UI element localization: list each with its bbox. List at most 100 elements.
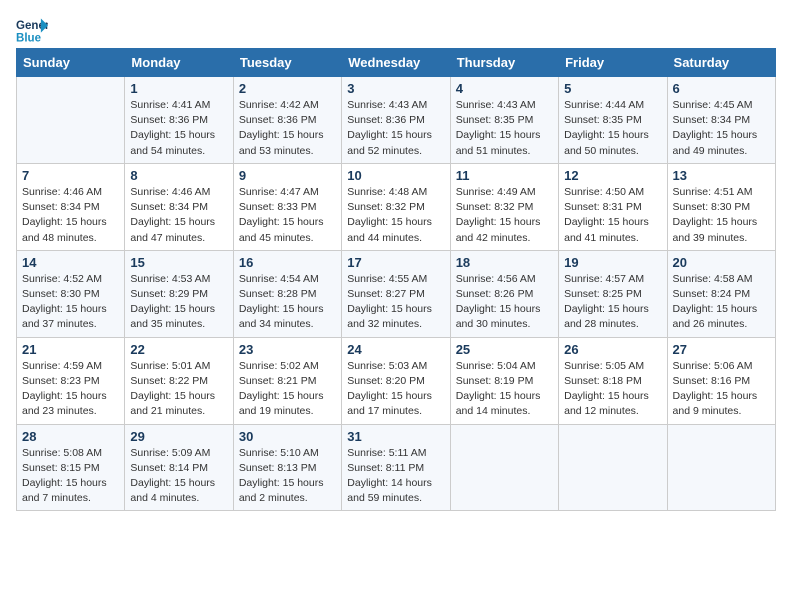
day-info: Sunrise: 5:09 AMSunset: 8:14 PMDaylight:… <box>130 446 227 507</box>
day-number: 25 <box>456 342 553 357</box>
day-info: Sunrise: 5:10 AMSunset: 8:13 PMDaylight:… <box>239 446 336 507</box>
logo: General Blue <box>16 16 48 44</box>
day-number: 4 <box>456 81 553 96</box>
day-number: 28 <box>22 429 119 444</box>
day-number: 22 <box>130 342 227 357</box>
day-info: Sunrise: 4:51 AMSunset: 8:30 PMDaylight:… <box>673 185 770 246</box>
calendar-cell: 11Sunrise: 4:49 AMSunset: 8:32 PMDayligh… <box>450 163 558 250</box>
calendar-cell: 25 Sunrise: 5:04 AMSunset: 8:19 PMDayligh… <box>450 337 558 424</box>
calendar-cell: 22 Sunrise: 5:01 AMSunset: 8:22 PMDayligh… <box>125 337 233 424</box>
calendar-cell: 27 Sunrise: 5:06 AMSunset: 8:16 PMDayligh… <box>667 337 775 424</box>
calendar-week-4: 21 Sunrise: 4:59 AMSunset: 8:23 PMDayligh… <box>17 337 776 424</box>
day-number: 15 <box>130 255 227 270</box>
day-info: Sunrise: 4:55 AMSunset: 8:27 PMDaylight:… <box>347 272 444 333</box>
calendar-cell: 1 Sunrise: 4:41 AMSunset: 8:36 PMDaylight… <box>125 77 233 164</box>
day-number: 21 <box>22 342 119 357</box>
day-info: Sunrise: 4:54 AMSunset: 8:28 PMDaylight:… <box>239 272 336 333</box>
day-info: Sunrise: 5:04 AMSunset: 8:19 PMDaylight:… <box>456 359 553 420</box>
page-header: General Blue <box>16 16 776 44</box>
calendar-cell: 10 Sunrise: 4:48 AMSunset: 8:32 PMDayligh… <box>342 163 450 250</box>
day-info: Sunrise: 4:59 AMSunset: 8:23 PMDaylight:… <box>22 359 119 420</box>
weekday-header-monday: Monday <box>125 49 233 77</box>
day-info: Sunrise: 4:46 AMSunset: 8:34 PMDaylight:… <box>22 185 119 246</box>
day-number: 17 <box>347 255 444 270</box>
calendar-cell <box>667 424 775 511</box>
day-info: Sunrise: 5:08 AMSunset: 8:15 PMDaylight:… <box>22 446 119 507</box>
day-info: Sunrise: 4:52 AMSunset: 8:30 PMDaylight:… <box>22 272 119 333</box>
weekday-header-row: SundayMondayTuesdayWednesdayThursdayFrid… <box>17 49 776 77</box>
day-info: Sunrise: 4:47 AMSunset: 8:33 PMDaylight:… <box>239 185 336 246</box>
calendar-cell: 5Sunrise: 4:44 AMSunset: 8:35 PMDaylight… <box>559 77 667 164</box>
day-number: 8 <box>130 168 227 183</box>
day-number: 9 <box>239 168 336 183</box>
calendar-cell: 30 Sunrise: 5:10 AMSunset: 8:13 PMDayligh… <box>233 424 341 511</box>
day-info: Sunrise: 4:57 AMSunset: 8:25 PMDaylight:… <box>564 272 661 333</box>
day-info: Sunrise: 4:46 AMSunset: 8:34 PMDaylight:… <box>130 185 227 246</box>
weekday-header-saturday: Saturday <box>667 49 775 77</box>
day-info: Sunrise: 4:42 AMSunset: 8:36 PMDaylight:… <box>239 98 336 159</box>
day-number: 18 <box>456 255 553 270</box>
calendar-cell: 17 Sunrise: 4:55 AMSunset: 8:27 PMDayligh… <box>342 250 450 337</box>
day-info: Sunrise: 4:45 AMSunset: 8:34 PMDaylight:… <box>673 98 770 159</box>
day-info: Sunrise: 5:06 AMSunset: 8:16 PMDaylight:… <box>673 359 770 420</box>
day-number: 19 <box>564 255 661 270</box>
day-number: 14 <box>22 255 119 270</box>
calendar-cell: 20 Sunrise: 4:58 AMSunset: 8:24 PMDayligh… <box>667 250 775 337</box>
day-info: Sunrise: 5:01 AMSunset: 8:22 PMDaylight:… <box>130 359 227 420</box>
calendar-cell <box>450 424 558 511</box>
weekday-header-wednesday: Wednesday <box>342 49 450 77</box>
calendar-cell: 26 Sunrise: 5:05 AMSunset: 8:18 PMDayligh… <box>559 337 667 424</box>
calendar-cell: 15Sunrise: 4:53 AMSunset: 8:29 PMDayligh… <box>125 250 233 337</box>
calendar-week-1: 1 Sunrise: 4:41 AMSunset: 8:36 PMDaylight… <box>17 77 776 164</box>
calendar-cell: 24 Sunrise: 5:03 AMSunset: 8:20 PMDayligh… <box>342 337 450 424</box>
day-info: Sunrise: 4:43 AMSunset: 8:35 PMDaylight:… <box>456 98 553 159</box>
logo-icon: General Blue <box>16 16 48 44</box>
day-info: Sunrise: 4:58 AMSunset: 8:24 PMDaylight:… <box>673 272 770 333</box>
day-number: 1 <box>130 81 227 96</box>
calendar-cell: 18 Sunrise: 4:56 AMSunset: 8:26 PMDayligh… <box>450 250 558 337</box>
calendar-week-2: 7Sunrise: 4:46 AMSunset: 8:34 PMDaylight… <box>17 163 776 250</box>
calendar-cell: 7Sunrise: 4:46 AMSunset: 8:34 PMDaylight… <box>17 163 125 250</box>
day-number: 24 <box>347 342 444 357</box>
day-number: 20 <box>673 255 770 270</box>
calendar-cell <box>559 424 667 511</box>
calendar-cell: 4 Sunrise: 4:43 AMSunset: 8:35 PMDaylight… <box>450 77 558 164</box>
calendar-cell: 13Sunrise: 4:51 AMSunset: 8:30 PMDayligh… <box>667 163 775 250</box>
day-number: 12 <box>564 168 661 183</box>
day-info: Sunrise: 4:50 AMSunset: 8:31 PMDaylight:… <box>564 185 661 246</box>
day-number: 3 <box>347 81 444 96</box>
day-number: 6 <box>673 81 770 96</box>
day-info: Sunrise: 5:02 AMSunset: 8:21 PMDaylight:… <box>239 359 336 420</box>
day-info: Sunrise: 4:43 AMSunset: 8:36 PMDaylight:… <box>347 98 444 159</box>
calendar-week-5: 28 Sunrise: 5:08 AMSunset: 8:15 PMDayligh… <box>17 424 776 511</box>
day-info: Sunrise: 4:48 AMSunset: 8:32 PMDaylight:… <box>347 185 444 246</box>
calendar-table: SundayMondayTuesdayWednesdayThursdayFrid… <box>16 48 776 511</box>
day-number: 10 <box>347 168 444 183</box>
day-number: 26 <box>564 342 661 357</box>
day-info: Sunrise: 4:49 AMSunset: 8:32 PMDaylight:… <box>456 185 553 246</box>
day-number: 30 <box>239 429 336 444</box>
day-info: Sunrise: 5:03 AMSunset: 8:20 PMDaylight:… <box>347 359 444 420</box>
day-number: 29 <box>130 429 227 444</box>
calendar-week-3: 14 Sunrise: 4:52 AMSunset: 8:30 PMDayligh… <box>17 250 776 337</box>
day-info: Sunrise: 4:56 AMSunset: 8:26 PMDaylight:… <box>456 272 553 333</box>
day-info: Sunrise: 5:05 AMSunset: 8:18 PMDaylight:… <box>564 359 661 420</box>
calendar-cell: 23 Sunrise: 5:02 AMSunset: 8:21 PMDayligh… <box>233 337 341 424</box>
day-number: 27 <box>673 342 770 357</box>
calendar-cell: 19 Sunrise: 4:57 AMSunset: 8:25 PMDayligh… <box>559 250 667 337</box>
calendar-cell: 21 Sunrise: 4:59 AMSunset: 8:23 PMDayligh… <box>17 337 125 424</box>
day-number: 23 <box>239 342 336 357</box>
day-number: 2 <box>239 81 336 96</box>
day-info: Sunrise: 4:44 AMSunset: 8:35 PMDaylight:… <box>564 98 661 159</box>
weekday-header-friday: Friday <box>559 49 667 77</box>
calendar-cell: 29 Sunrise: 5:09 AMSunset: 8:14 PMDayligh… <box>125 424 233 511</box>
calendar-cell: 2 Sunrise: 4:42 AMSunset: 8:36 PMDaylight… <box>233 77 341 164</box>
calendar-cell: 31Sunrise: 5:11 AMSunset: 8:11 PMDayligh… <box>342 424 450 511</box>
svg-text:Blue: Blue <box>16 33 42 44</box>
day-number: 16 <box>239 255 336 270</box>
weekday-header-tuesday: Tuesday <box>233 49 341 77</box>
calendar-cell: 3 Sunrise: 4:43 AMSunset: 8:36 PMDaylight… <box>342 77 450 164</box>
calendar-cell: 8 Sunrise: 4:46 AMSunset: 8:34 PMDaylight… <box>125 163 233 250</box>
weekday-header-thursday: Thursday <box>450 49 558 77</box>
day-info: Sunrise: 4:41 AMSunset: 8:36 PMDaylight:… <box>130 98 227 159</box>
